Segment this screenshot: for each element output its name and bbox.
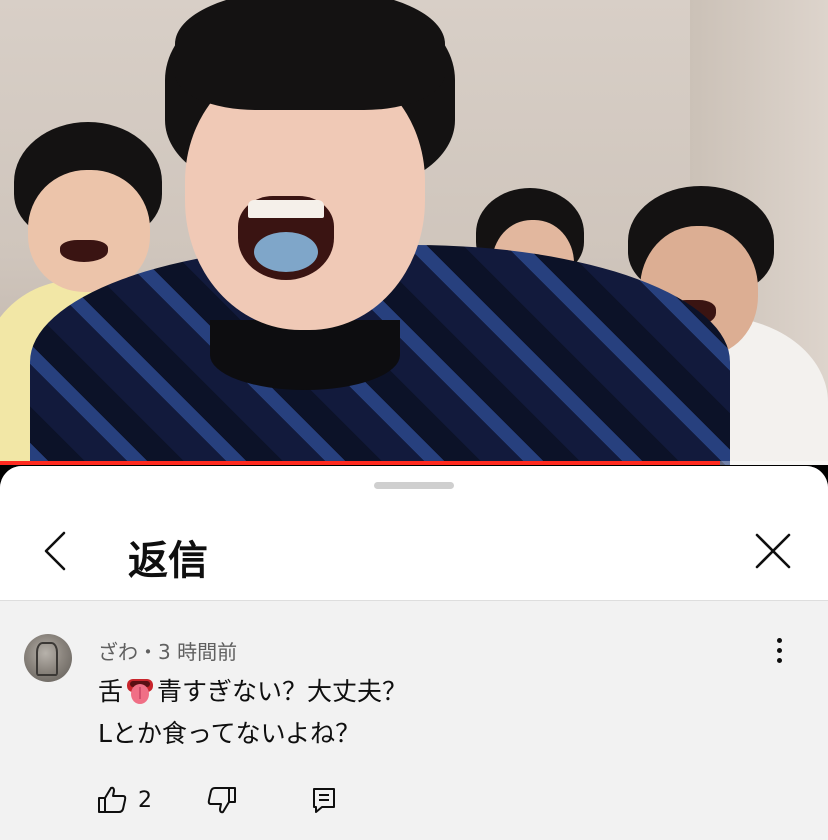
comment-text-line-2: Lとか食ってないよね？ (98, 719, 361, 748)
sheet-title: 返信 (128, 538, 208, 584)
comment-text-part: 舌 (98, 677, 124, 706)
comment-meta: ざわ・3 時間前 (98, 636, 237, 665)
back-button[interactable] (30, 526, 80, 576)
like-button[interactable]: 2 (96, 782, 152, 818)
video-progress-bar[interactable] (0, 461, 828, 465)
close-button[interactable] (748, 526, 798, 576)
comment-text-part: 青すぎない？大丈夫？ (157, 677, 408, 706)
comment-author[interactable]: ざわ (98, 640, 138, 664)
video-progress-fill (0, 461, 721, 465)
close-icon (755, 533, 791, 569)
comment-menu-button[interactable] (764, 632, 794, 668)
meta-separator: ・ (138, 640, 158, 664)
comment-text-line-1: 舌 青すぎない？大丈夫？ (98, 672, 407, 708)
comment-item: ざわ・3 時間前 舌 青すぎない？大丈夫？ Lとか食ってないよね？ 2 (0, 602, 828, 840)
thumbs-up-icon (98, 786, 127, 813)
chevron-left-icon (44, 531, 66, 571)
reply-button[interactable] (310, 782, 346, 818)
thumbs-down-icon (207, 787, 236, 814)
comment-time: 3 時間前 (158, 640, 238, 664)
tongue-emoji-icon (127, 679, 154, 704)
more-vertical-icon (776, 637, 782, 643)
comment-icon (313, 788, 335, 813)
avatar[interactable] (24, 634, 72, 682)
avatar-figure (36, 642, 58, 676)
replies-sheet: 返信 ざわ・3 時間前 舌 青すぎない？大丈夫？ Lとか食ってないよね？ 2 (0, 466, 828, 840)
video-player[interactable] (0, 0, 828, 465)
sheet-header: 返信 (0, 466, 828, 601)
sheet-drag-handle[interactable] (374, 482, 454, 489)
like-count: 2 (138, 787, 152, 813)
comment-actions: 2 (0, 782, 828, 822)
dislike-button[interactable] (206, 782, 242, 818)
